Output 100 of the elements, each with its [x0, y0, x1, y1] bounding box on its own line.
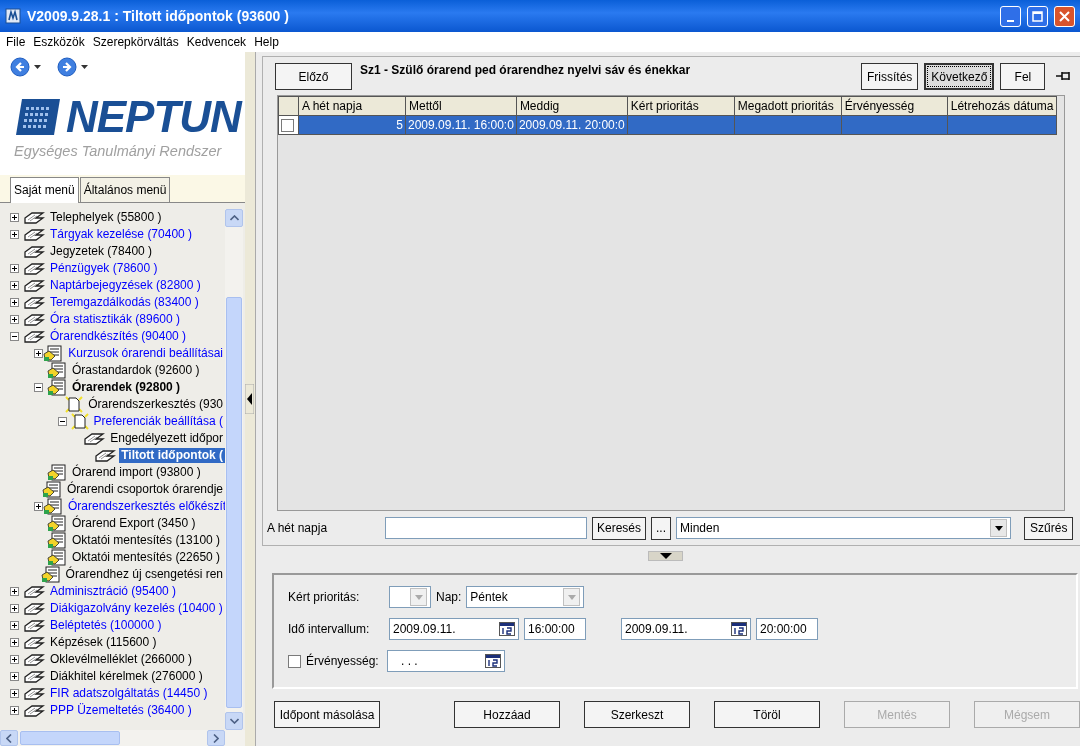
expand-icon[interactable] [10, 264, 19, 273]
collapse-icon[interactable] [58, 417, 67, 426]
tree-item[interactable]: Órarend import (93800 ) [70, 465, 203, 480]
tree-item[interactable]: Tárgyak kezelése (70400 ) [48, 227, 195, 242]
column-header[interactable]: Kért prioritás [627, 96, 735, 116]
column-header[interactable]: Meddig [516, 96, 628, 116]
menu-item[interactable]: File [2, 33, 30, 51]
tree-item[interactable]: Oktatói mentesítés (13100 ) [70, 533, 223, 548]
expand-icon[interactable] [10, 230, 19, 239]
tree-item[interactable]: Oktatói mentesítés (22650 ) [70, 550, 223, 565]
scroll-down-icon[interactable] [229, 718, 239, 724]
collapse-icon[interactable] [34, 383, 43, 392]
action-button[interactable]: Hozzáad [454, 701, 560, 728]
minimize-button[interactable] [1000, 5, 1021, 27]
column-header[interactable]: Mettől [405, 96, 517, 116]
day-dropdown[interactable]: Péntek [466, 586, 585, 608]
calendar-icon[interactable] [731, 622, 747, 636]
expand-icon[interactable] [34, 502, 43, 511]
expand-icon[interactable] [10, 706, 19, 715]
calendar-icon[interactable] [499, 622, 515, 636]
horizontal-scrollbar[interactable] [0, 730, 245, 746]
scroll-left-icon[interactable] [6, 733, 12, 743]
menu-tab[interactable]: Saját menü [10, 177, 79, 203]
toolbar-button[interactable]: Következő [924, 63, 995, 90]
back-icon[interactable] [10, 57, 30, 77]
tree-item[interactable]: Órarendhez új csengetési ren [63, 567, 225, 582]
filter-dropdown[interactable]: Minden [676, 517, 1012, 540]
tree-item[interactable]: Telephelyek (55800 ) [48, 210, 164, 225]
collapse-panel-icon[interactable] [245, 384, 254, 414]
tree-item[interactable]: Kurzusok órarendi beállításai [66, 346, 225, 361]
close-button[interactable] [1054, 5, 1075, 27]
row-checkbox[interactable] [281, 119, 294, 133]
tree-item[interactable]: Órarend Export (3450 ) [70, 516, 198, 531]
column-header[interactable]: Létrehozás dátuma [947, 96, 1057, 116]
dropdown-arrow-icon[interactable] [994, 525, 1003, 531]
tree-item[interactable]: Órarendszerkesztés (930 [86, 397, 225, 412]
previous-button[interactable]: Előző [275, 63, 352, 90]
dropdown-caret-icon[interactable] [34, 64, 41, 70]
dropdown-caret-icon[interactable] [81, 64, 88, 70]
date-field[interactable]: 2009.09.11. [621, 618, 751, 640]
expand-icon[interactable] [10, 604, 19, 613]
tree-item[interactable]: Tiltott időpontok ( [119, 448, 225, 463]
priority-dropdown[interactable] [389, 586, 431, 608]
expand-panel-button[interactable] [648, 551, 683, 561]
expand-icon[interactable] [10, 587, 19, 596]
expand-icon[interactable] [10, 298, 19, 307]
maximize-button[interactable] [1027, 5, 1048, 27]
tree-item[interactable]: Diákhitel kérelmek (276000 ) [48, 669, 205, 684]
menu-item[interactable]: Szerepkörváltás [88, 33, 183, 51]
tree-item[interactable]: Órarendkészítés (90400 ) [48, 329, 189, 344]
time-field[interactable]: 16:00:00 [524, 618, 586, 640]
tree-item[interactable]: PPP Üzemeltetés (36400 ) [48, 703, 194, 718]
tree-item[interactable]: Engedélyezett időpor [108, 431, 225, 446]
toolbar-button[interactable]: Fel [1000, 63, 1046, 90]
action-button[interactable]: Időpont másolása [274, 701, 380, 728]
time-field[interactable]: 20:00:00 [756, 618, 818, 640]
scroll-up-icon[interactable] [229, 215, 239, 221]
expand-icon[interactable] [10, 315, 19, 324]
tree-item[interactable]: Oklevélmelléklet (266000 ) [48, 652, 195, 667]
tree-item[interactable]: FIR adatszolgáltatás (14450 ) [48, 686, 210, 701]
tree-item[interactable]: Teremgazdálkodás (83400 ) [48, 295, 201, 310]
filter-button[interactable]: Szűrés [1024, 516, 1074, 540]
menu-item[interactable]: Eszközök [29, 33, 89, 51]
tree-item[interactable]: Órastandardok (92600 ) [70, 363, 202, 378]
toolbar-button[interactable]: Frissítés [861, 63, 919, 90]
expand-icon[interactable] [10, 621, 19, 630]
more-button[interactable]: ... [651, 516, 672, 540]
expand-icon[interactable] [10, 213, 19, 222]
vertical-scrollbar[interactable] [225, 209, 243, 730]
tree-item[interactable]: Diákigazolvány kezelés (10400 ) [48, 601, 225, 616]
action-button[interactable]: Szerkeszt [584, 701, 690, 728]
tree-item[interactable]: Naptárbejegyzések (82800 ) [48, 278, 203, 293]
calendar-icon[interactable] [485, 654, 501, 668]
tree-item[interactable]: Képzések (115600 ) [48, 635, 159, 650]
tree-item[interactable]: Pénzügyek (78600 ) [48, 261, 160, 276]
tree-item[interactable]: Órarendek (92800 ) [70, 380, 183, 395]
expand-icon[interactable] [10, 689, 19, 698]
collapse-icon[interactable] [10, 332, 19, 341]
expand-icon[interactable] [10, 638, 19, 647]
validity-checkbox[interactable] [288, 654, 301, 668]
tree-item[interactable]: Preferenciák beállítása ( [91, 414, 225, 429]
tree-item[interactable]: Adminisztráció (95400 ) [48, 584, 179, 599]
column-header[interactable]: A hét napja [298, 96, 406, 116]
date-field[interactable]: . . . [387, 650, 505, 672]
tree-item[interactable]: Órarendszerkesztés előkészít [66, 499, 225, 514]
scroll-right-icon[interactable] [213, 733, 219, 743]
tree-item[interactable]: Beléptetés (100000 ) [48, 618, 164, 633]
tree-item[interactable]: Órarendi csoportok órarendje [64, 482, 225, 497]
search-field[interactable] [385, 517, 587, 540]
menu-item[interactable]: Help [250, 33, 283, 51]
expand-icon[interactable] [10, 655, 19, 664]
tree-item[interactable]: Óra statisztikák (89600 ) [48, 312, 183, 327]
column-header[interactable]: Érvényesség [841, 96, 948, 116]
forward-icon[interactable] [57, 57, 77, 77]
search-button[interactable]: Keresés [592, 516, 647, 540]
menu-tab[interactable]: Általános menü [79, 177, 171, 202]
menu-item[interactable]: Kedvencek [182, 33, 251, 51]
column-header[interactable]: Megadott prioritás [734, 96, 842, 116]
expand-icon[interactable] [10, 672, 19, 681]
date-field[interactable]: 2009.09.11. [389, 618, 519, 640]
